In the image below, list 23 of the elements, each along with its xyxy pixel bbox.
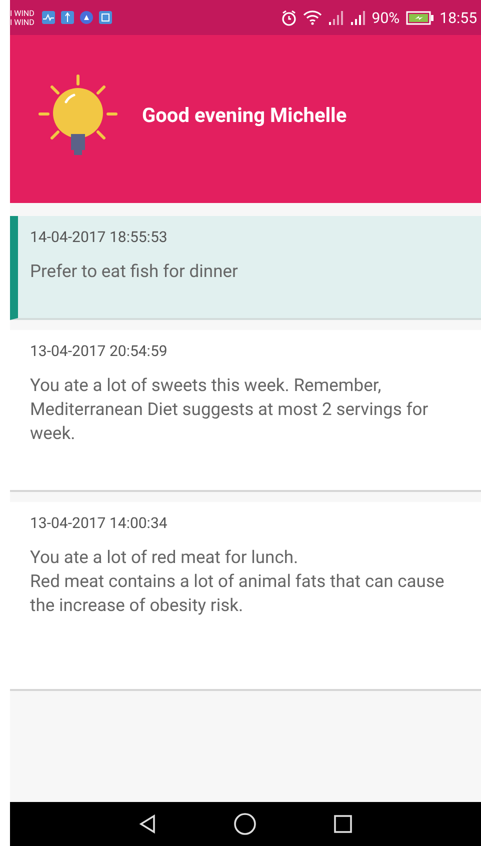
square-icon: [332, 813, 354, 835]
message-card[interactable]: 13-04-2017 20:54:59 You ate a lot of sweets this week. Remember, Mediterranean Diet suggests at most 2 servings for week.: [10, 330, 481, 492]
message-text: You ate a lot of sweets this week. Remember, Mediterranean Diet suggests at most 2 servings for week.: [30, 375, 430, 446]
alarm-icon: [280, 10, 297, 26]
message-text: Prefer to eat fish for dinner: [30, 261, 239, 284]
greeting-title: Good evening Michelle: [142, 103, 347, 127]
message-timestamp: 13-04-2017 20:54:59: [30, 342, 168, 360]
heart-rate-icon: [42, 11, 56, 24]
image-icon: [99, 11, 112, 24]
message-text: You ate a lot of red meat for lunch. Red meat contains a lot of animal fats that can cause the increase of obesity risk.: [30, 547, 446, 618]
signal-icon: [350, 10, 366, 24]
circle-icon: [233, 812, 258, 836]
message-card[interactable]: 14-04-2017 18:55:53 Prefer to eat fish for dinner: [10, 216, 481, 320]
signal-icon: [328, 10, 344, 24]
battery-percent: 90%: [372, 8, 400, 26]
wifi-icon: [302, 10, 322, 25]
message-timestamp: 13-04-2017 14:00:34: [30, 514, 168, 532]
message-timestamp: 14-04-2017 18:55:53: [30, 228, 168, 246]
carrier-name: I WIND: [10, 8, 34, 18]
carrier-name: I WIND: [10, 18, 34, 26]
battery-charging-icon: [406, 10, 434, 24]
clock-time: 18:55: [440, 8, 477, 26]
message-card[interactable]: 13-04-2017 14:00:34 You ate a lot of red meat for lunch. Red meat contains a lot of animal fats that can cause the increase of obesity risk.: [10, 502, 481, 691]
